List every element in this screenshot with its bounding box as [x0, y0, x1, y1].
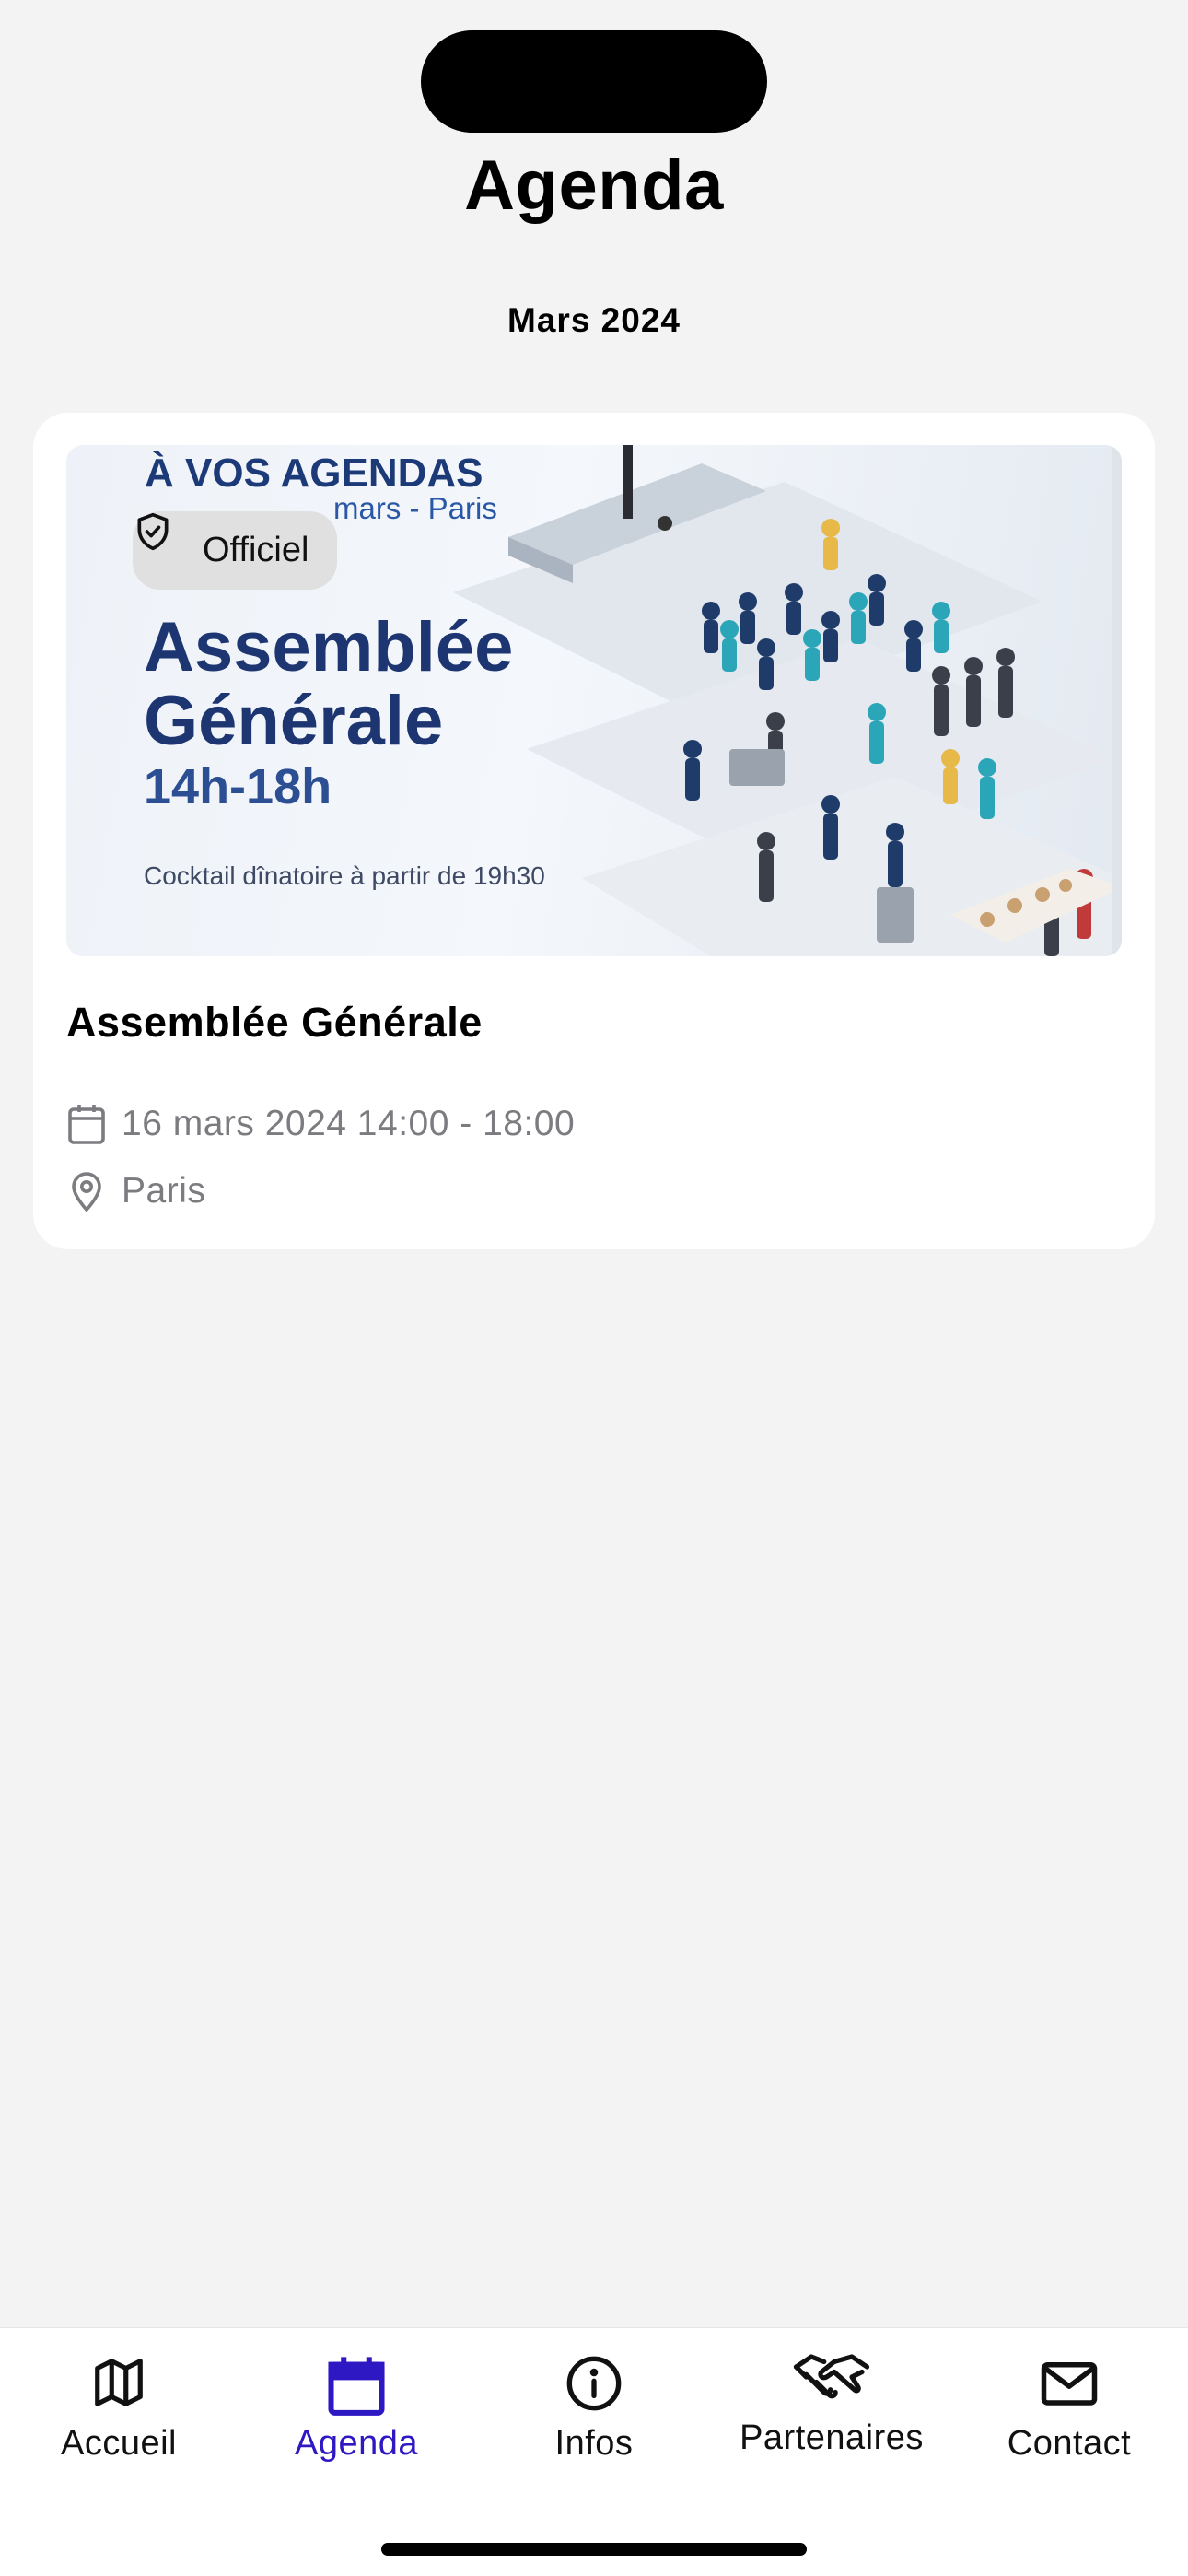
event-card[interactable]: À VOS AGENDAS mars - Paris Assemblée Gén… [33, 413, 1155, 1249]
home-indicator[interactable] [381, 2543, 807, 2556]
map-icon [0, 2354, 238, 2422]
handshake-icon [713, 2347, 950, 2415]
tab-label-agenda: Agenda [294, 2424, 418, 2463]
official-badge: Officiel [133, 511, 337, 590]
month-section-header: Mars 2024 [507, 301, 681, 339]
image-kicker-text: À VOS AGENDAS [145, 451, 483, 496]
event-image: À VOS AGENDAS mars - Paris Assemblée Gén… [66, 445, 1122, 956]
shield-check-icon [137, 512, 190, 571]
badge-label: Officiel [203, 531, 309, 569]
mail-icon [950, 2354, 1188, 2422]
bottom-tab-bar: Accueil Agenda Infos Partenaires Contact [0, 2327, 1188, 2576]
image-title-text: Assemblée Générale [144, 611, 513, 758]
tab-label-infos: Infos [554, 2424, 634, 2463]
tab-partenaires[interactable]: Partenaires [713, 2328, 950, 2485]
event-location-text: Paris [122, 1171, 206, 1211]
event-date-row: 16 mars 2024 14:00 - 18:00 [66, 1102, 575, 1146]
page-title: Agenda [464, 146, 724, 225]
tab-label-contact: Contact [1007, 2424, 1132, 2463]
dynamic-island [421, 30, 767, 133]
calendar-icon [66, 1102, 107, 1146]
tab-accueil[interactable]: Accueil [0, 2328, 238, 2485]
image-title-line2: Générale [144, 682, 444, 760]
tab-agenda[interactable]: Agenda [238, 2328, 475, 2485]
image-subtitle-text: mars - Paris [333, 491, 497, 525]
image-title-line1: Assemblée [144, 608, 514, 686]
event-title: Assemblée Générale [66, 999, 483, 1046]
tab-label-partenaires: Partenaires [740, 2418, 924, 2457]
image-hours-text: 14h-18h [144, 759, 332, 814]
event-location-row: Paris [66, 1169, 205, 1213]
tab-contact[interactable]: Contact [950, 2328, 1188, 2485]
location-pin-icon [66, 1169, 107, 1213]
tab-infos[interactable]: Infos [475, 2328, 713, 2485]
tab-label-accueil: Accueil [61, 2424, 177, 2463]
calendar-icon [238, 2354, 475, 2422]
event-date-text: 16 mars 2024 14:00 - 18:00 [122, 1104, 576, 1143]
info-icon [475, 2354, 713, 2422]
image-cocktail-text: Cocktail dînatoire à partir de 19h30 [144, 861, 545, 890]
